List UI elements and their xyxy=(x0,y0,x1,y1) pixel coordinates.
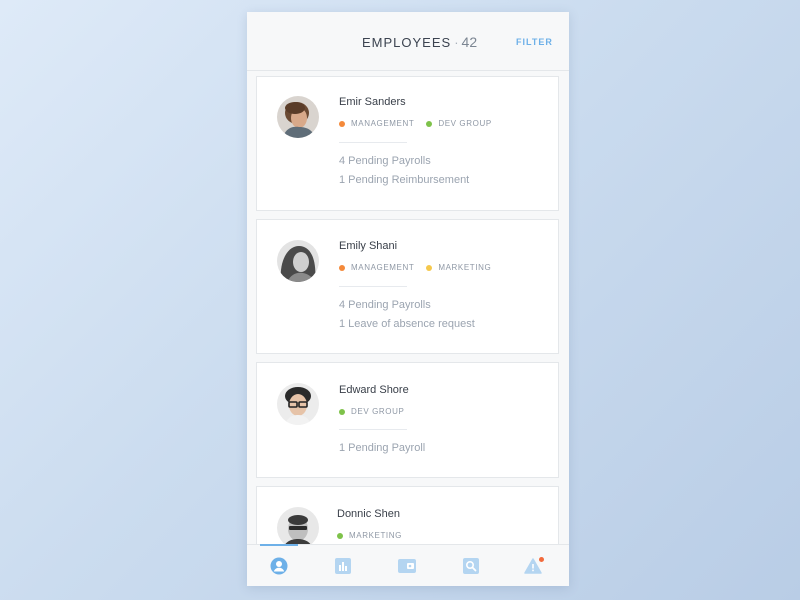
tab-search[interactable] xyxy=(439,545,503,586)
tag-label: MARKETING xyxy=(349,531,402,540)
tag-label: DEV GROUP xyxy=(438,119,492,128)
pending-list: 1 Pending Payroll xyxy=(339,439,425,458)
employee-name: Emir Sanders xyxy=(339,96,406,108)
tab-alerts[interactable] xyxy=(503,545,567,586)
divider xyxy=(339,142,407,143)
employee-count: 42 xyxy=(461,34,478,50)
status-dot xyxy=(426,264,433,271)
user-circle-icon xyxy=(270,557,288,575)
tab-employees[interactable] xyxy=(247,544,311,586)
tab-reports[interactable] xyxy=(311,545,375,586)
divider xyxy=(339,429,407,430)
status-dot xyxy=(426,120,433,127)
tag-label: MANAGEMENT xyxy=(351,263,415,272)
search-icon xyxy=(463,558,479,574)
avatar xyxy=(277,96,319,138)
avatar xyxy=(277,507,319,549)
title-separator: · xyxy=(454,35,459,50)
pending-item[interactable]: 1 Pending Reimbursement xyxy=(339,171,469,190)
active-tab-indicator xyxy=(260,544,298,546)
tag-list: MANAGEMENT MARKETING xyxy=(339,263,491,272)
avatar-photo-emily xyxy=(277,240,319,282)
employee-card[interactable]: Emir Sanders MANAGEMENT DEV GROUP 4 Pend… xyxy=(256,76,559,211)
wallet-icon xyxy=(398,559,416,573)
pending-list: 4 Pending Payrolls 1 Pending Reimburseme… xyxy=(339,152,469,190)
alert-icon xyxy=(524,557,544,574)
tag-marketing: MARKETING xyxy=(337,531,402,540)
status-dot xyxy=(339,408,345,415)
avatar-photo-donnic xyxy=(277,507,319,549)
avatar xyxy=(277,240,319,282)
tag-dev-group: DEV GROUP xyxy=(426,119,491,128)
tag-dev-group: DEV GROUP xyxy=(339,407,404,416)
pending-item[interactable]: 1 Pending Payroll xyxy=(339,439,425,458)
tag-label: MANAGEMENT xyxy=(351,119,415,128)
bottom-tab-bar xyxy=(247,544,569,586)
filter-button[interactable]: FILTER xyxy=(516,37,553,47)
status-dot xyxy=(339,120,345,127)
tab-wallet[interactable] xyxy=(375,545,439,586)
tag-list: MANAGEMENT DEV GROUP xyxy=(339,119,492,128)
avatar xyxy=(277,383,319,425)
tag-label: MARKETING xyxy=(438,263,492,272)
employee-card[interactable]: Edward Shore DEV GROUP 1 Pending Payroll xyxy=(256,362,559,478)
employee-name: Donnic Shen xyxy=(337,508,400,520)
pending-item[interactable]: 1 Leave of absence request xyxy=(339,315,475,334)
tag-management: MANAGEMENT xyxy=(339,119,414,128)
employee-card[interactable]: Emily Shani MANAGEMENT MARKETING 4 Pendi… xyxy=(256,219,559,354)
page-title-label: EMPLOYEES xyxy=(362,35,452,50)
pending-item[interactable]: 4 Pending Payrolls xyxy=(339,296,475,315)
employee-name: Edward Shore xyxy=(339,384,409,396)
notification-badge xyxy=(539,557,544,562)
employee-name: Emily Shani xyxy=(339,240,398,252)
status-dot xyxy=(337,532,343,539)
bar-chart-icon xyxy=(335,558,351,574)
pending-item[interactable]: 4 Pending Payrolls xyxy=(339,152,469,171)
tag-label: DEV GROUP xyxy=(351,407,405,416)
tag-list: MARKETING xyxy=(337,531,402,540)
status-dot xyxy=(339,264,345,271)
app-screen: EMPLOYEES · 42 FILTER Emir Sanders MANAGEM… xyxy=(247,12,569,586)
tag-list: DEV GROUP xyxy=(339,407,404,416)
tag-management: MANAGEMENT xyxy=(339,263,414,272)
page-title: EMPLOYEES · 42 xyxy=(362,34,477,50)
tag-marketing: MARKETING xyxy=(426,263,491,272)
header-bar: EMPLOYEES · 42 FILTER xyxy=(247,12,569,71)
pending-list: 4 Pending Payrolls 1 Leave of absence re… xyxy=(339,296,475,334)
avatar-photo-edward xyxy=(277,383,319,425)
avatar-photo-emir xyxy=(277,96,319,138)
divider xyxy=(339,286,407,287)
